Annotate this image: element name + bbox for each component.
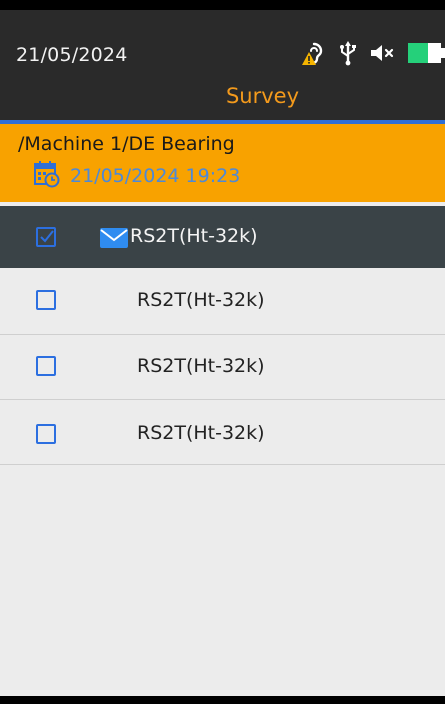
item-label: RS2T(Ht-32k) [130, 225, 258, 247]
status-bar: 21/05/2024 Survey [0, 10, 445, 120]
survey-datetime: 21/05/2024 19:23 [70, 165, 241, 187]
list-item-selected[interactable]: RS2T(Ht-32k) [0, 206, 445, 268]
top-edge [0, 0, 445, 10]
battery-icon [407, 42, 445, 64]
location-header: /Machine 1/DE Bearing 21/05/2024 19:23 [0, 124, 445, 202]
bottom-edge [0, 696, 445, 704]
status-icons [297, 38, 445, 68]
status-date: 21/05/2024 [16, 44, 128, 66]
hearing-warning-icon [297, 38, 327, 68]
mail-icon [100, 228, 128, 252]
item-label: RS2T(Ht-32k) [137, 355, 265, 377]
calendar-icon [34, 160, 60, 192]
list-item[interactable]: RS2T(Ht-32k) [0, 335, 445, 400]
datetime-row: 21/05/2024 19:23 [34, 160, 240, 192]
item-label: RS2T(Ht-32k) [137, 422, 265, 444]
item-label: RS2T(Ht-32k) [137, 289, 265, 311]
list-item[interactable]: RS2T(Ht-32k) [0, 270, 445, 335]
checkbox[interactable] [36, 424, 56, 444]
checkbox[interactable] [36, 356, 56, 376]
checkbox[interactable] [36, 290, 56, 310]
checkbox-checked[interactable] [36, 227, 56, 247]
usb-icon [339, 40, 357, 66]
list-item[interactable]: RS2T(Ht-32k) [0, 400, 445, 465]
location-path: /Machine 1/DE Bearing [18, 133, 235, 155]
mute-icon [369, 42, 395, 64]
page-title: Survey [225, 84, 300, 108]
